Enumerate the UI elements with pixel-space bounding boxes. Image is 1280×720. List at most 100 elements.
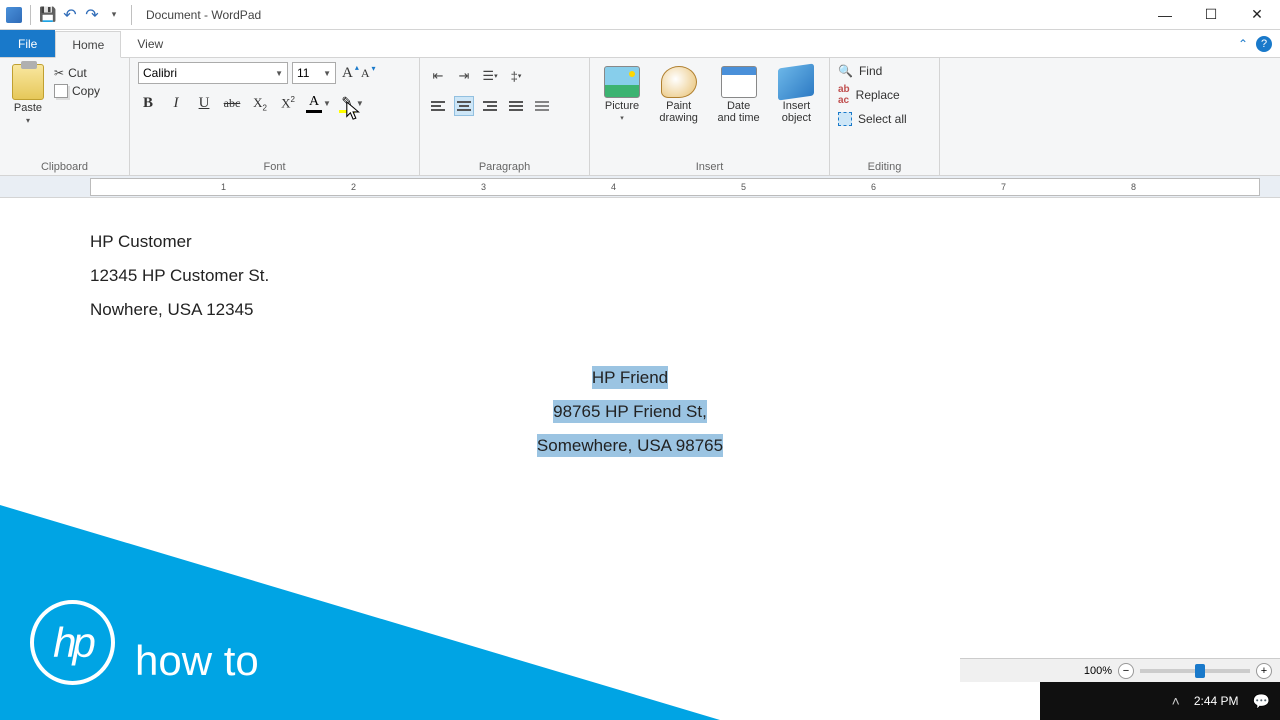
paragraph-dialog-button[interactable] (532, 96, 552, 116)
document-line-selected[interactable]: 98765 HP Friend St, (90, 402, 1170, 422)
editing-group: 🔍 Find abac Replace Select all Editing (830, 58, 940, 175)
view-tab[interactable]: View (121, 30, 179, 57)
ruler-mark: 4 (611, 182, 616, 192)
ruler-mark: 3 (481, 182, 486, 192)
increase-indent-button[interactable]: ⇥ (454, 66, 474, 86)
font-color-swatch (306, 110, 322, 113)
window-title: Document - WordPad (142, 8, 261, 22)
redo-icon[interactable]: ↷ (83, 6, 101, 24)
cut-label: Cut (68, 66, 87, 80)
collapse-ribbon-icon[interactable]: ⌃ (1238, 37, 1248, 51)
ruler-mark: 5 (741, 182, 746, 192)
quick-access-toolbar: 💾 ↶ ↷ ▾ (0, 5, 142, 25)
insert-group-label: Insert (598, 159, 821, 173)
zoom-thumb[interactable] (1195, 664, 1205, 678)
horizontal-ruler[interactable]: 1 2 3 4 5 6 7 8 (90, 178, 1260, 196)
help-icon[interactable]: ? (1256, 36, 1272, 52)
object-label: Insert object (778, 100, 815, 124)
clock[interactable]: 2:44 PM (1194, 694, 1239, 708)
shrink-font-button[interactable]: A▾ (359, 66, 372, 81)
copy-icon (54, 84, 68, 98)
bullet-list-button[interactable]: ☰▾ (480, 66, 500, 86)
separator (131, 5, 132, 25)
close-button[interactable]: ✕ (1234, 0, 1280, 30)
find-icon: 🔍 (838, 64, 853, 78)
insert-object-button[interactable]: Insert object (772, 64, 821, 126)
date-time-button[interactable]: Date and time (711, 64, 765, 126)
object-icon (778, 63, 814, 100)
document-line[interactable]: 12345 HP Customer St. (90, 266, 1170, 286)
bold-button[interactable]: B (138, 95, 158, 112)
cut-button[interactable]: ✂ Cut (54, 66, 100, 80)
font-family-value: Calibri (143, 66, 177, 80)
superscript-button[interactable]: X2 (278, 95, 298, 111)
minimize-button[interactable]: — (1142, 0, 1188, 30)
file-tab[interactable]: File (0, 30, 55, 57)
font-size-select[interactable]: 11 ▼ (292, 62, 336, 84)
italic-button[interactable]: I (166, 95, 186, 112)
copy-label: Copy (72, 84, 100, 98)
paragraph-group-label: Paragraph (428, 159, 581, 173)
strikethrough-button[interactable]: abc (222, 96, 242, 111)
replace-button[interactable]: abac Replace (838, 84, 907, 106)
copy-button[interactable]: Copy (54, 84, 100, 98)
picture-label: Picture (605, 100, 639, 112)
font-color-button[interactable]: A ▼ (306, 94, 331, 113)
editing-group-label: Editing (838, 159, 931, 173)
select-all-icon (838, 112, 852, 126)
maximize-button[interactable]: ☐ (1188, 0, 1234, 30)
subscript-button[interactable]: X2 (250, 95, 270, 113)
font-group: Calibri ▼ 11 ▼ A▴ A▾ B I U abc X2 X2 A (130, 58, 420, 175)
replace-icon: abac (838, 84, 850, 106)
chevron-down-icon: ▼ (323, 69, 331, 78)
picture-icon (604, 66, 640, 98)
clipboard-group-label: Clipboard (8, 159, 121, 173)
paragraph-group: ⇤ ⇥ ☰▾ ‡▾ Paragraph (420, 58, 590, 175)
find-button[interactable]: 🔍 Find (838, 64, 907, 78)
grow-font-button[interactable]: A▴ (340, 65, 355, 82)
paste-button[interactable]: Paste ▾ (8, 62, 48, 127)
zoom-slider[interactable] (1140, 669, 1250, 673)
chevron-down-icon: ▼ (275, 69, 283, 78)
ruler-mark: 1 (221, 182, 226, 192)
zoom-in-button[interactable]: + (1256, 663, 1272, 679)
align-left-button[interactable] (428, 96, 448, 116)
document-line-selected[interactable]: Somewhere, USA 98765 (90, 436, 1170, 456)
date-label: Date and time (717, 100, 759, 124)
separator (30, 5, 31, 25)
notifications-icon[interactable]: 💬 (1253, 693, 1270, 710)
zoom-out-button[interactable]: − (1118, 663, 1134, 679)
decrease-indent-button[interactable]: ⇤ (428, 66, 448, 86)
paint-icon (661, 66, 697, 98)
align-right-button[interactable] (480, 96, 500, 116)
scissors-icon: ✂ (54, 66, 64, 80)
save-icon[interactable]: 💾 (39, 6, 57, 24)
justify-button[interactable] (506, 96, 526, 116)
insert-picture-button[interactable]: Picture ▾ (598, 64, 646, 124)
insert-group: Picture ▾ Paint drawing Date and time In… (590, 58, 830, 175)
select-all-button[interactable]: Select all (838, 112, 907, 126)
line-spacing-button[interactable]: ‡▾ (506, 66, 526, 86)
font-size-value: 11 (297, 66, 309, 80)
paint-drawing-button[interactable]: Paint drawing (652, 64, 705, 126)
underline-button[interactable]: U (194, 95, 214, 112)
document-page[interactable]: HP Customer 12345 HP Customer St. Nowher… (90, 198, 1170, 470)
highlight-swatch (339, 110, 355, 113)
replace-label: Replace (856, 88, 900, 102)
qat-customize-icon[interactable]: ▾ (105, 6, 123, 24)
paste-label: Paste (14, 102, 42, 114)
ribbon-tabs: File Home View ⌃ ? (0, 30, 1280, 58)
font-family-select[interactable]: Calibri ▼ (138, 62, 288, 84)
taskbar: ˄ 2:44 PM 💬 (1040, 682, 1280, 720)
calendar-icon (721, 66, 757, 98)
document-line[interactable]: HP Customer (90, 232, 1170, 252)
zoom-label: 100% (1084, 665, 1112, 677)
document-line-selected[interactable]: HP Friend (90, 368, 1170, 388)
window-controls: — ☐ ✕ (1142, 0, 1280, 30)
align-center-button[interactable] (454, 96, 474, 116)
document-line[interactable]: Nowhere, USA 12345 (90, 300, 1170, 320)
highlight-button[interactable]: ✎ ▼ (339, 94, 364, 113)
tray-chevron-icon[interactable]: ˄ (1172, 693, 1180, 709)
home-tab[interactable]: Home (55, 31, 121, 58)
undo-icon[interactable]: ↶ (61, 6, 79, 24)
